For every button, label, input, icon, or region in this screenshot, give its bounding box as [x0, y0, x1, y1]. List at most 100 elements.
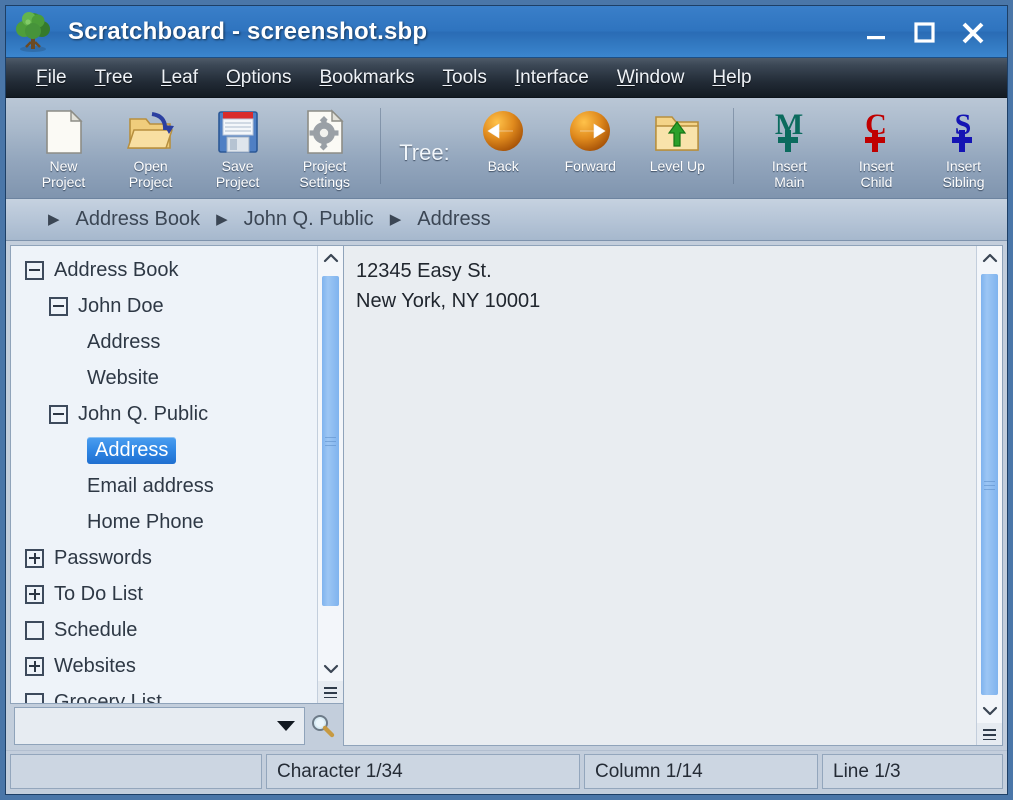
editor-scrollbar[interactable] [976, 246, 1002, 745]
tree-item-address-johndoe[interactable]: Address [11, 324, 317, 360]
gear-document-icon [302, 108, 348, 156]
tree-item-grocery-list[interactable]: Grocery List [11, 684, 317, 703]
tree-item-passwords[interactable]: Passwords [11, 540, 317, 576]
level-up-button[interactable]: Level Up [634, 104, 721, 174]
breadcrumb: ▶ Address Book ▶ John Q. Public ▶ Addres… [6, 199, 1007, 241]
scroll-track[interactable] [318, 270, 343, 657]
save-project-button[interactable]: Save Project [194, 104, 281, 190]
maximize-icon[interactable] [911, 19, 937, 45]
toolbar-label-line2: Project [216, 174, 260, 190]
tree-item-john-doe[interactable]: John Doe [11, 288, 317, 324]
tree-item-to-do-list[interactable]: To Do List [11, 576, 317, 612]
tree-item-label: Address [87, 331, 160, 354]
insert-child-button[interactable]: C Insert Child [833, 104, 920, 190]
note-editor[interactable]: 12345 Easy St. New York, NY 10001 [344, 246, 976, 745]
toolbar-label-line2: Project [42, 174, 86, 190]
tree-item-websites[interactable]: Websites [11, 648, 317, 684]
chevron-right-icon: ▶ [200, 212, 244, 227]
expand-box-icon[interactable] [25, 585, 44, 604]
left-pane: Address Book John Doe Address Website [10, 245, 343, 750]
close-icon[interactable] [959, 19, 985, 45]
insert-sibling-label: Insert Sibling [942, 158, 984, 190]
tree-item-schedule[interactable]: Schedule [11, 612, 317, 648]
menu-help[interactable]: Help [698, 63, 765, 93]
search-combobox[interactable] [14, 707, 305, 745]
minimize-icon[interactable] [863, 19, 889, 45]
toolbar-label-line2: Settings [299, 174, 350, 190]
letter-s-icon: S [941, 108, 985, 156]
empty-box-icon[interactable] [25, 621, 44, 640]
resize-grip-icon[interactable] [318, 681, 343, 703]
empty-box-icon[interactable] [25, 693, 44, 704]
new-project-button[interactable]: New Project [20, 104, 107, 190]
insert-main-button[interactable]: M Insert Main [746, 104, 833, 190]
save-project-label: Save Project [216, 158, 260, 190]
new-project-label: New Project [42, 158, 86, 190]
tree-panel: Address Book John Doe Address Website [10, 245, 343, 704]
menu-tools[interactable]: Tools [429, 63, 501, 93]
breadcrumb-item-2[interactable]: Address [417, 208, 490, 231]
open-project-label: Open Project [129, 158, 173, 190]
tree-view[interactable]: Address Book John Doe Address Website [11, 246, 317, 703]
toolbar-separator-1 [380, 108, 381, 184]
toolbar-label-line2: Main [774, 174, 804, 190]
scroll-up-arrow-icon[interactable] [977, 246, 1002, 270]
window-title: Scratchboard - screenshot.sbp [68, 18, 427, 46]
scroll-down-arrow-icon[interactable] [977, 699, 1002, 723]
tree-icon [10, 9, 56, 55]
tree-item-label: Address [87, 437, 176, 464]
menu-file[interactable]: File [22, 63, 81, 93]
tree-item-label: To Do List [54, 583, 143, 606]
floppy-disk-icon [215, 108, 261, 156]
main-split: Address Book John Doe Address Website [6, 241, 1007, 750]
grip-bars [983, 729, 996, 740]
title-bar: Scratchboard - screenshot.sbp [6, 6, 1007, 58]
collapse-box-icon[interactable] [49, 405, 68, 424]
tree-item-home-phone[interactable]: Home Phone [11, 504, 317, 540]
collapse-box-icon[interactable] [49, 297, 68, 316]
toolbar-label-line1: Insert [946, 158, 981, 174]
open-project-button[interactable]: Open Project [107, 104, 194, 190]
tree-scrollbar[interactable] [317, 246, 343, 703]
menu-tree[interactable]: Tree [81, 63, 147, 93]
window-controls [863, 19, 1007, 45]
menu-window[interactable]: Window [603, 63, 699, 93]
document-icon [41, 108, 87, 156]
back-button[interactable]: Back [460, 104, 547, 174]
letter-c-icon: C [854, 108, 898, 156]
status-line: Line 1/3 [822, 754, 1003, 789]
tree-item-john-q-public[interactable]: John Q. Public [11, 396, 317, 432]
project-settings-button[interactable]: Project Settings [281, 104, 368, 190]
scroll-thumb[interactable] [981, 274, 998, 695]
resize-grip-icon[interactable] [977, 723, 1002, 745]
menu-interface[interactable]: Interface [501, 63, 603, 93]
forward-button[interactable]: Forward [547, 104, 634, 174]
tree-item-label: John Q. Public [78, 403, 208, 426]
scroll-down-arrow-icon[interactable] [318, 657, 343, 681]
expand-box-icon[interactable] [25, 657, 44, 676]
insert-sibling-button[interactable]: S Insert Sibling [920, 104, 1007, 190]
tree-item-email-address[interactable]: Email address [11, 468, 317, 504]
expand-box-icon[interactable] [25, 549, 44, 568]
scroll-up-arrow-icon[interactable] [318, 246, 343, 270]
tree-item-address-selected[interactable]: Address [11, 432, 317, 468]
tree-item-label: Grocery List [54, 691, 162, 704]
search-input[interactable] [15, 708, 272, 744]
menu-leaf[interactable]: Leaf [147, 63, 212, 93]
breadcrumb-item-1[interactable]: John Q. Public [244, 208, 374, 231]
breadcrumb-item-0[interactable]: Address Book [76, 208, 201, 231]
magnifier-icon[interactable] [305, 712, 339, 740]
scroll-thumb[interactable] [322, 276, 339, 606]
collapse-box-icon[interactable] [25, 261, 44, 280]
chevron-down-icon[interactable] [272, 708, 300, 744]
status-bar: Character 1/34 Column 1/14 Line 1/3 [6, 750, 1007, 794]
scroll-track[interactable] [977, 270, 1002, 699]
tree-item-website[interactable]: Website [11, 360, 317, 396]
toolbar-label-line1: New [50, 158, 78, 174]
menu-options[interactable]: Options [212, 63, 305, 93]
toolbar-separator-2 [733, 108, 734, 184]
tree-item-address-book[interactable]: Address Book [11, 252, 317, 288]
level-up-label: Level Up [650, 158, 705, 174]
menu-bookmarks[interactable]: Bookmarks [305, 63, 428, 93]
toolbar: New Project Open Project [6, 98, 1007, 199]
